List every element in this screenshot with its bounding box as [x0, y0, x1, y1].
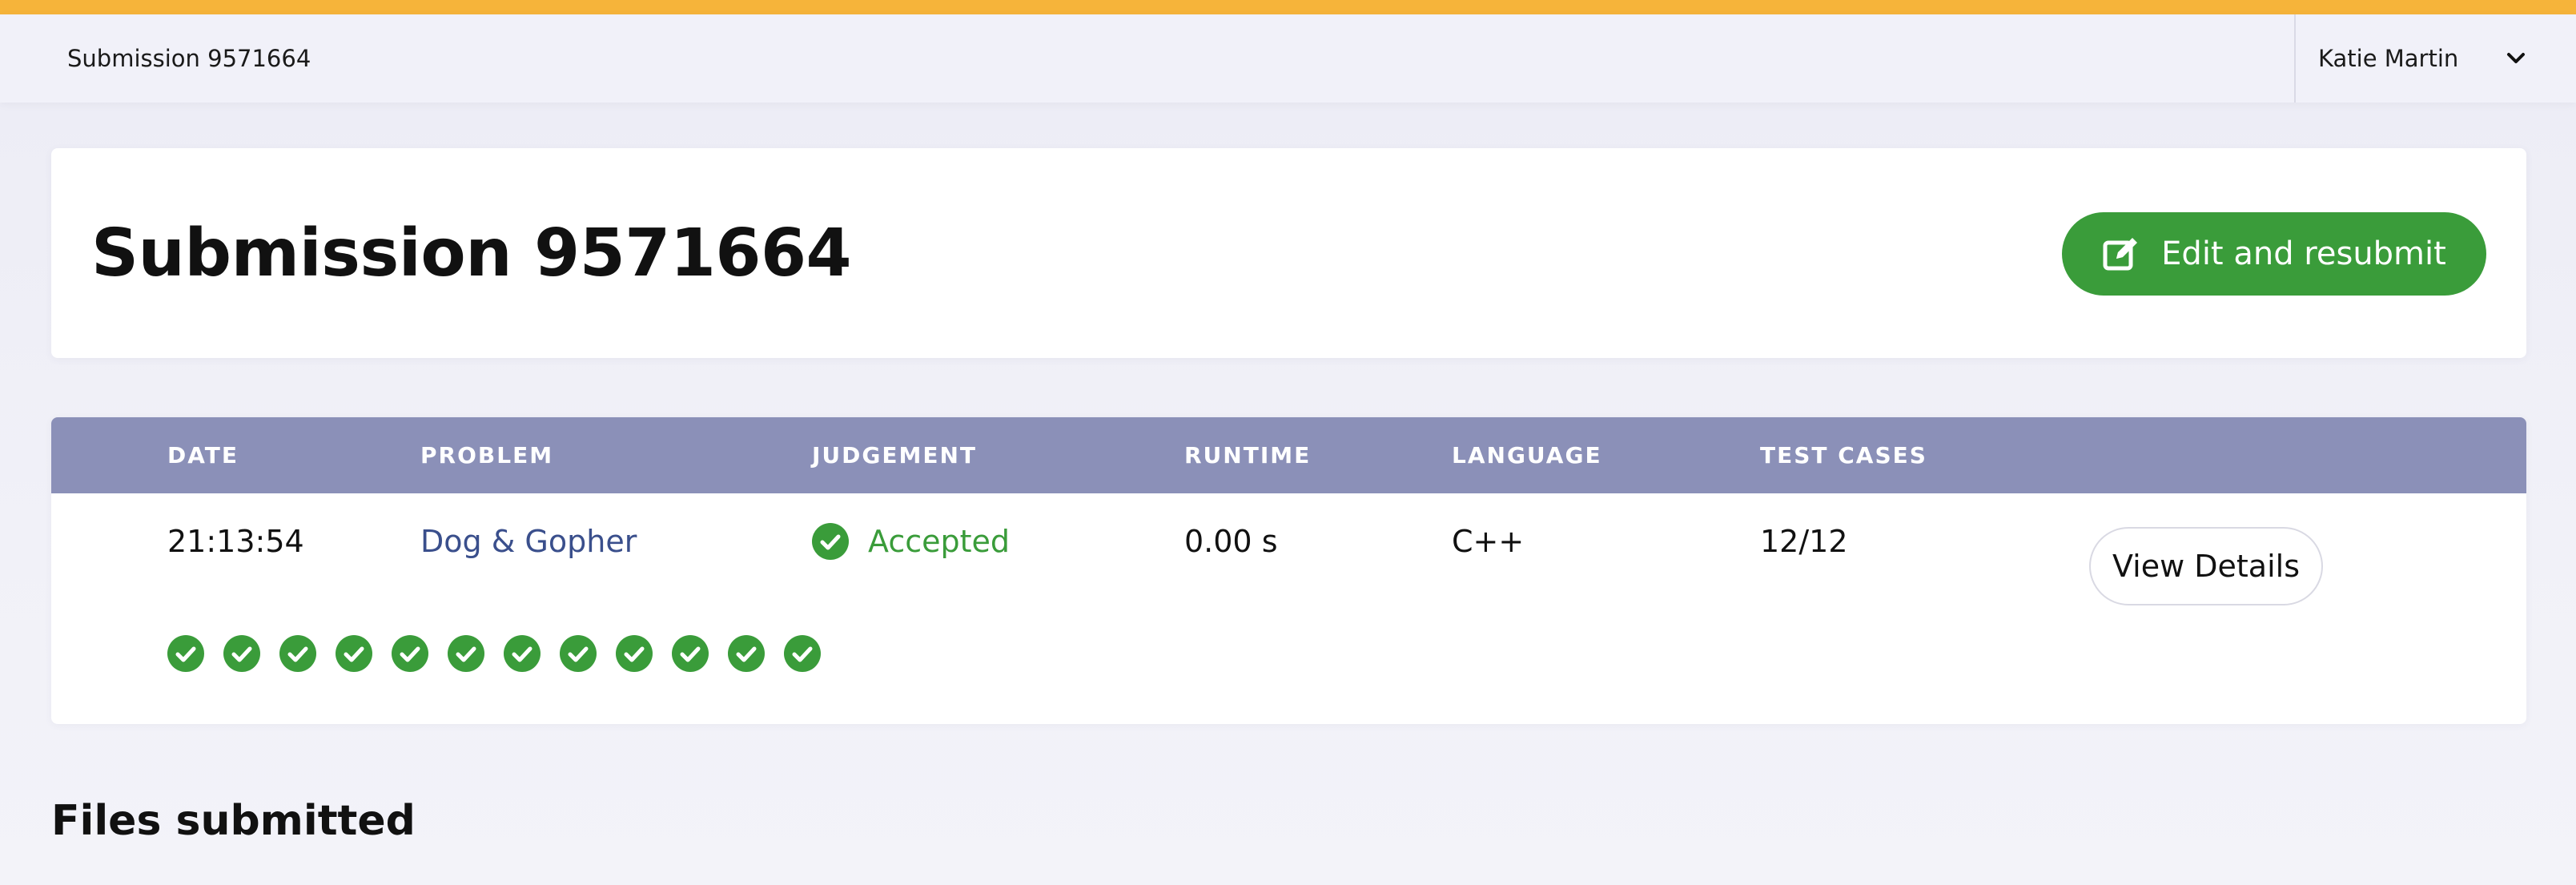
page-title: Submission 9571664 — [91, 215, 852, 292]
view-details-button[interactable]: View Details — [2089, 527, 2323, 605]
check-circle-icon — [812, 523, 849, 560]
cell-language: C++ — [1452, 524, 1525, 559]
title-card: Submission 9571664 Edit and resubmit — [51, 148, 2526, 358]
top-accent-stripe — [0, 0, 2576, 14]
files-submitted-heading: Files submitted — [51, 797, 416, 845]
problem-link[interactable]: Dog & Gopher — [420, 493, 637, 589]
column-header-runtime: RUNTIME — [1184, 442, 1312, 469]
edit-icon — [2103, 238, 2138, 271]
test-case-accepted-icon[interactable] — [504, 635, 541, 672]
chevron-down-icon[interactable] — [2504, 46, 2528, 70]
test-case-accepted-icon[interactable] — [279, 635, 316, 672]
test-case-accepted-icon[interactable] — [223, 635, 260, 672]
test-case-accepted-icon[interactable] — [167, 635, 204, 672]
test-case-accepted-icon[interactable] — [448, 635, 484, 672]
cell-test-cases: 12/12 — [1760, 524, 1848, 559]
column-header-problem: PROBLEM — [420, 442, 554, 469]
test-case-accepted-icon[interactable] — [560, 635, 597, 672]
top-navigation-bar: Submission 9571664 Katie Martin — [0, 14, 2576, 103]
test-case-accepted-icon[interactable] — [784, 635, 821, 672]
user-menu[interactable]: Katie Martin — [2294, 14, 2576, 103]
user-name: Katie Martin — [2318, 45, 2459, 72]
test-case-results — [167, 635, 821, 675]
cell-date: 21:13:54 — [167, 524, 304, 559]
edit-and-resubmit-button[interactable]: Edit and resubmit — [2062, 212, 2486, 296]
test-case-accepted-icon[interactable] — [336, 635, 372, 672]
submission-table: DATE PROBLEM JUDGEMENT RUNTIME LANGUAGE … — [51, 417, 2526, 724]
column-header-test-cases: TEST CASES — [1760, 442, 1927, 469]
column-header-language: LANGUAGE — [1452, 442, 1602, 469]
cell-judgement: Accepted — [812, 493, 1010, 589]
column-header-judgement: JUDGEMENT — [812, 442, 978, 469]
test-case-accepted-icon[interactable] — [728, 635, 765, 672]
breadcrumb[interactable]: Submission 9571664 — [67, 14, 311, 103]
cell-runtime: 0.00 s — [1184, 524, 1278, 559]
test-case-accepted-icon[interactable] — [672, 635, 709, 672]
column-header-date: DATE — [167, 442, 239, 469]
table-header-row: DATE PROBLEM JUDGEMENT RUNTIME LANGUAGE … — [51, 417, 2526, 493]
test-case-accepted-icon[interactable] — [392, 635, 428, 672]
edit-and-resubmit-label: Edit and resubmit — [2161, 235, 2446, 272]
test-case-accepted-icon[interactable] — [616, 635, 653, 672]
judgement-label: Accepted — [868, 524, 1011, 559]
